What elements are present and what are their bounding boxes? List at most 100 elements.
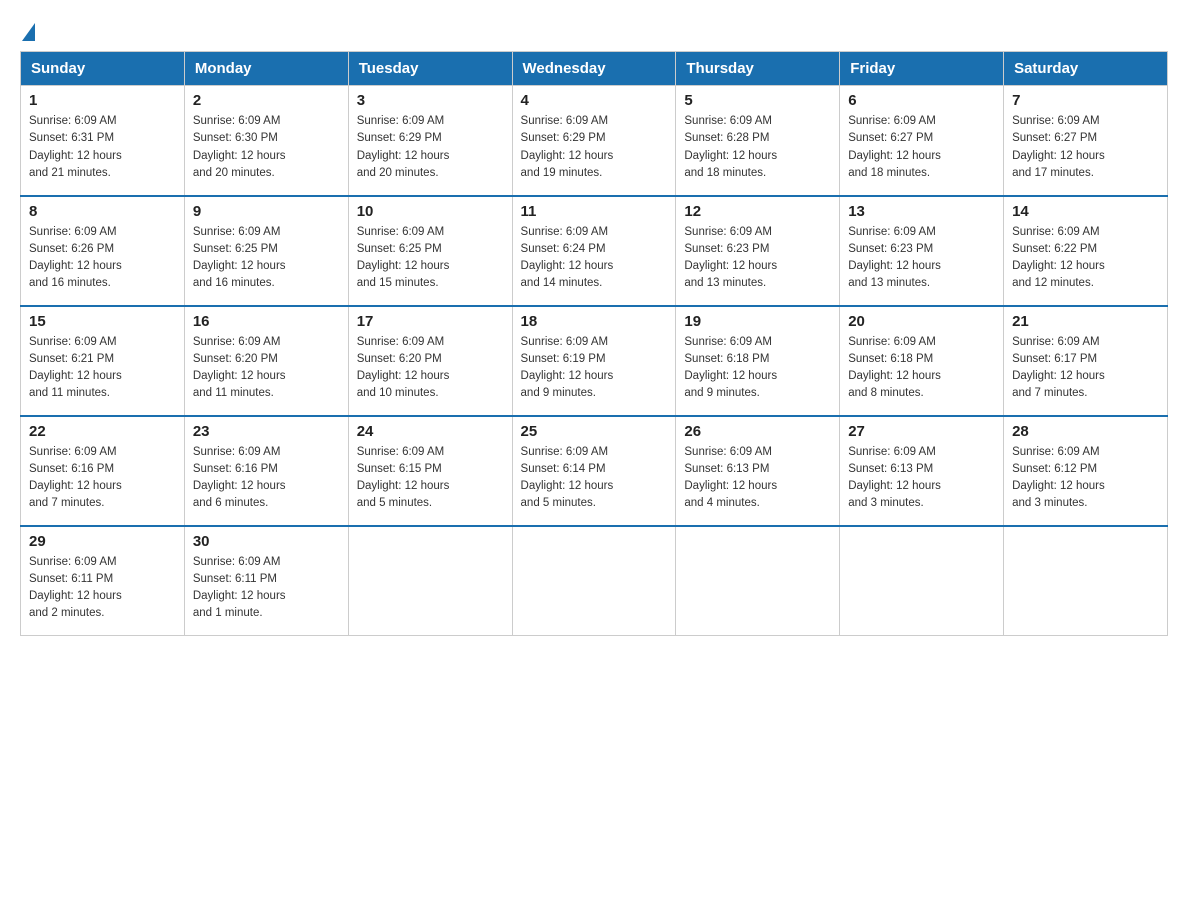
calendar-cell: 4 Sunrise: 6:09 AMSunset: 6:29 PMDaylight… xyxy=(512,86,676,196)
day-number: 17 xyxy=(357,313,504,330)
day-info: Sunrise: 6:09 AMSunset: 6:20 PMDaylight:… xyxy=(357,334,504,403)
day-number: 25 xyxy=(521,423,668,440)
calendar-cell: 28 Sunrise: 6:09 AMSunset: 6:12 PMDayligh… xyxy=(1004,416,1168,526)
day-info: Sunrise: 6:09 AMSunset: 6:19 PMDaylight:… xyxy=(521,334,668,403)
calendar-cell: 6 Sunrise: 6:09 AMSunset: 6:27 PMDaylight… xyxy=(840,86,1004,196)
day-number: 27 xyxy=(848,423,995,440)
calendar-cell xyxy=(840,526,1004,636)
calendar-header-row: SundayMondayTuesdayWednesdayThursdayFrid… xyxy=(21,52,1168,86)
calendar-cell xyxy=(1004,526,1168,636)
day-info: Sunrise: 6:09 AMSunset: 6:13 PMDaylight:… xyxy=(848,444,995,513)
day-info: Sunrise: 6:09 AMSunset: 6:25 PMDaylight:… xyxy=(357,224,504,293)
day-number: 29 xyxy=(29,533,176,550)
day-info: Sunrise: 6:09 AMSunset: 6:21 PMDaylight:… xyxy=(29,334,176,403)
calendar-cell: 20 Sunrise: 6:09 AMSunset: 6:18 PMDayligh… xyxy=(840,306,1004,416)
calendar-cell: 11 Sunrise: 6:09 AMSunset: 6:24 PMDayligh… xyxy=(512,196,676,306)
day-number: 3 xyxy=(357,92,504,109)
calendar-cell: 30Sunrise: 6:09 AMSunset: 6:11 PMDayligh… xyxy=(184,526,348,636)
day-info: Sunrise: 6:09 AMSunset: 6:22 PMDaylight:… xyxy=(1012,224,1159,293)
day-info: Sunrise: 6:09 AMSunset: 6:27 PMDaylight:… xyxy=(848,113,995,182)
day-number: 14 xyxy=(1012,203,1159,220)
day-number: 20 xyxy=(848,313,995,330)
calendar-cell: 29 Sunrise: 6:09 AMSunset: 6:11 PMDayligh… xyxy=(21,526,185,636)
day-info: Sunrise: 6:09 AMSunset: 6:28 PMDaylight:… xyxy=(684,113,831,182)
day-info: Sunrise: 6:09 AMSunset: 6:14 PMDaylight:… xyxy=(521,444,668,513)
calendar-cell xyxy=(348,526,512,636)
calendar-cell: 15 Sunrise: 6:09 AMSunset: 6:21 PMDayligh… xyxy=(21,306,185,416)
day-number: 11 xyxy=(521,203,668,220)
weekday-header-sunday: Sunday xyxy=(21,52,185,86)
calendar-cell: 13 Sunrise: 6:09 AMSunset: 6:23 PMDayligh… xyxy=(840,196,1004,306)
day-number: 18 xyxy=(521,313,668,330)
logo xyxy=(20,20,35,41)
day-number: 4 xyxy=(521,92,668,109)
day-info: Sunrise: 6:09 AMSunset: 6:11 PMDaylight:… xyxy=(193,554,340,623)
day-number: 8 xyxy=(29,203,176,220)
calendar-cell: 23 Sunrise: 6:09 AMSunset: 6:16 PMDayligh… xyxy=(184,416,348,526)
day-info: Sunrise: 6:09 AMSunset: 6:16 PMDaylight:… xyxy=(193,444,340,513)
calendar-table: SundayMondayTuesdayWednesdayThursdayFrid… xyxy=(20,51,1168,636)
day-number: 15 xyxy=(29,313,176,330)
day-info: Sunrise: 6:09 AMSunset: 6:23 PMDaylight:… xyxy=(684,224,831,293)
calendar-cell: 1Sunrise: 6:09 AMSunset: 6:31 PMDaylight… xyxy=(21,86,185,196)
day-info: Sunrise: 6:09 AMSunset: 6:29 PMDaylight:… xyxy=(521,113,668,182)
day-info: Sunrise: 6:09 AMSunset: 6:17 PMDaylight:… xyxy=(1012,334,1159,403)
calendar-cell: 17 Sunrise: 6:09 AMSunset: 6:20 PMDayligh… xyxy=(348,306,512,416)
calendar-cell xyxy=(676,526,840,636)
day-number: 21 xyxy=(1012,313,1159,330)
day-info: Sunrise: 6:09 AMSunset: 6:30 PMDaylight:… xyxy=(193,113,340,182)
logo-triangle-icon xyxy=(22,23,35,41)
calendar-cell: 25 Sunrise: 6:09 AMSunset: 6:14 PMDayligh… xyxy=(512,416,676,526)
calendar-cell: 16 Sunrise: 6:09 AMSunset: 6:20 PMDayligh… xyxy=(184,306,348,416)
page-header xyxy=(20,20,1168,41)
calendar-cell: 19 Sunrise: 6:09 AMSunset: 6:18 PMDayligh… xyxy=(676,306,840,416)
calendar-cell: 8Sunrise: 6:09 AMSunset: 6:26 PMDaylight… xyxy=(21,196,185,306)
day-info: Sunrise: 6:09 AMSunset: 6:12 PMDaylight:… xyxy=(1012,444,1159,513)
calendar-cell: 21 Sunrise: 6:09 AMSunset: 6:17 PMDayligh… xyxy=(1004,306,1168,416)
weekday-header-thursday: Thursday xyxy=(676,52,840,86)
day-number: 13 xyxy=(848,203,995,220)
day-info: Sunrise: 6:09 AMSunset: 6:15 PMDaylight:… xyxy=(357,444,504,513)
calendar-cell: 27 Sunrise: 6:09 AMSunset: 6:13 PMDayligh… xyxy=(840,416,1004,526)
day-number: 19 xyxy=(684,313,831,330)
day-number: 26 xyxy=(684,423,831,440)
day-number: 12 xyxy=(684,203,831,220)
calendar-cell: 2 Sunrise: 6:09 AMSunset: 6:30 PMDaylight… xyxy=(184,86,348,196)
day-number: 9 xyxy=(193,203,340,220)
day-info: Sunrise: 6:09 AMSunset: 6:25 PMDaylight:… xyxy=(193,224,340,293)
calendar-cell: 24 Sunrise: 6:09 AMSunset: 6:15 PMDayligh… xyxy=(348,416,512,526)
day-info: Sunrise: 6:09 AMSunset: 6:27 PMDaylight:… xyxy=(1012,113,1159,182)
weekday-header-monday: Monday xyxy=(184,52,348,86)
day-number: 16 xyxy=(193,313,340,330)
calendar-cell: 18 Sunrise: 6:09 AMSunset: 6:19 PMDayligh… xyxy=(512,306,676,416)
day-number: 6 xyxy=(848,92,995,109)
day-number: 2 xyxy=(193,92,340,109)
day-number: 1 xyxy=(29,92,176,109)
day-number: 23 xyxy=(193,423,340,440)
day-number: 22 xyxy=(29,423,176,440)
calendar-cell: 14 Sunrise: 6:09 AMSunset: 6:22 PMDayligh… xyxy=(1004,196,1168,306)
calendar-week-row: 1Sunrise: 6:09 AMSunset: 6:31 PMDaylight… xyxy=(21,86,1168,196)
day-number: 10 xyxy=(357,203,504,220)
day-info: Sunrise: 6:09 AMSunset: 6:24 PMDaylight:… xyxy=(521,224,668,293)
weekday-header-saturday: Saturday xyxy=(1004,52,1168,86)
day-info: Sunrise: 6:09 AMSunset: 6:20 PMDaylight:… xyxy=(193,334,340,403)
calendar-cell: 22Sunrise: 6:09 AMSunset: 6:16 PMDayligh… xyxy=(21,416,185,526)
calendar-cell xyxy=(512,526,676,636)
calendar-cell: 10 Sunrise: 6:09 AMSunset: 6:25 PMDayligh… xyxy=(348,196,512,306)
calendar-week-row: 29 Sunrise: 6:09 AMSunset: 6:11 PMDayligh… xyxy=(21,526,1168,636)
day-number: 5 xyxy=(684,92,831,109)
day-info: Sunrise: 6:09 AMSunset: 6:23 PMDaylight:… xyxy=(848,224,995,293)
day-number: 24 xyxy=(357,423,504,440)
day-number: 28 xyxy=(1012,423,1159,440)
day-info: Sunrise: 6:09 AMSunset: 6:29 PMDaylight:… xyxy=(357,113,504,182)
calendar-cell: 12 Sunrise: 6:09 AMSunset: 6:23 PMDayligh… xyxy=(676,196,840,306)
weekday-header-tuesday: Tuesday xyxy=(348,52,512,86)
calendar-cell: 9 Sunrise: 6:09 AMSunset: 6:25 PMDaylight… xyxy=(184,196,348,306)
day-info: Sunrise: 6:09 AMSunset: 6:11 PMDaylight:… xyxy=(29,554,176,623)
day-info: Sunrise: 6:09 AMSunset: 6:18 PMDaylight:… xyxy=(848,334,995,403)
calendar-week-row: 8Sunrise: 6:09 AMSunset: 6:26 PMDaylight… xyxy=(21,196,1168,306)
calendar-week-row: 15 Sunrise: 6:09 AMSunset: 6:21 PMDayligh… xyxy=(21,306,1168,416)
calendar-cell: 3 Sunrise: 6:09 AMSunset: 6:29 PMDaylight… xyxy=(348,86,512,196)
day-info: Sunrise: 6:09 AMSunset: 6:18 PMDaylight:… xyxy=(684,334,831,403)
